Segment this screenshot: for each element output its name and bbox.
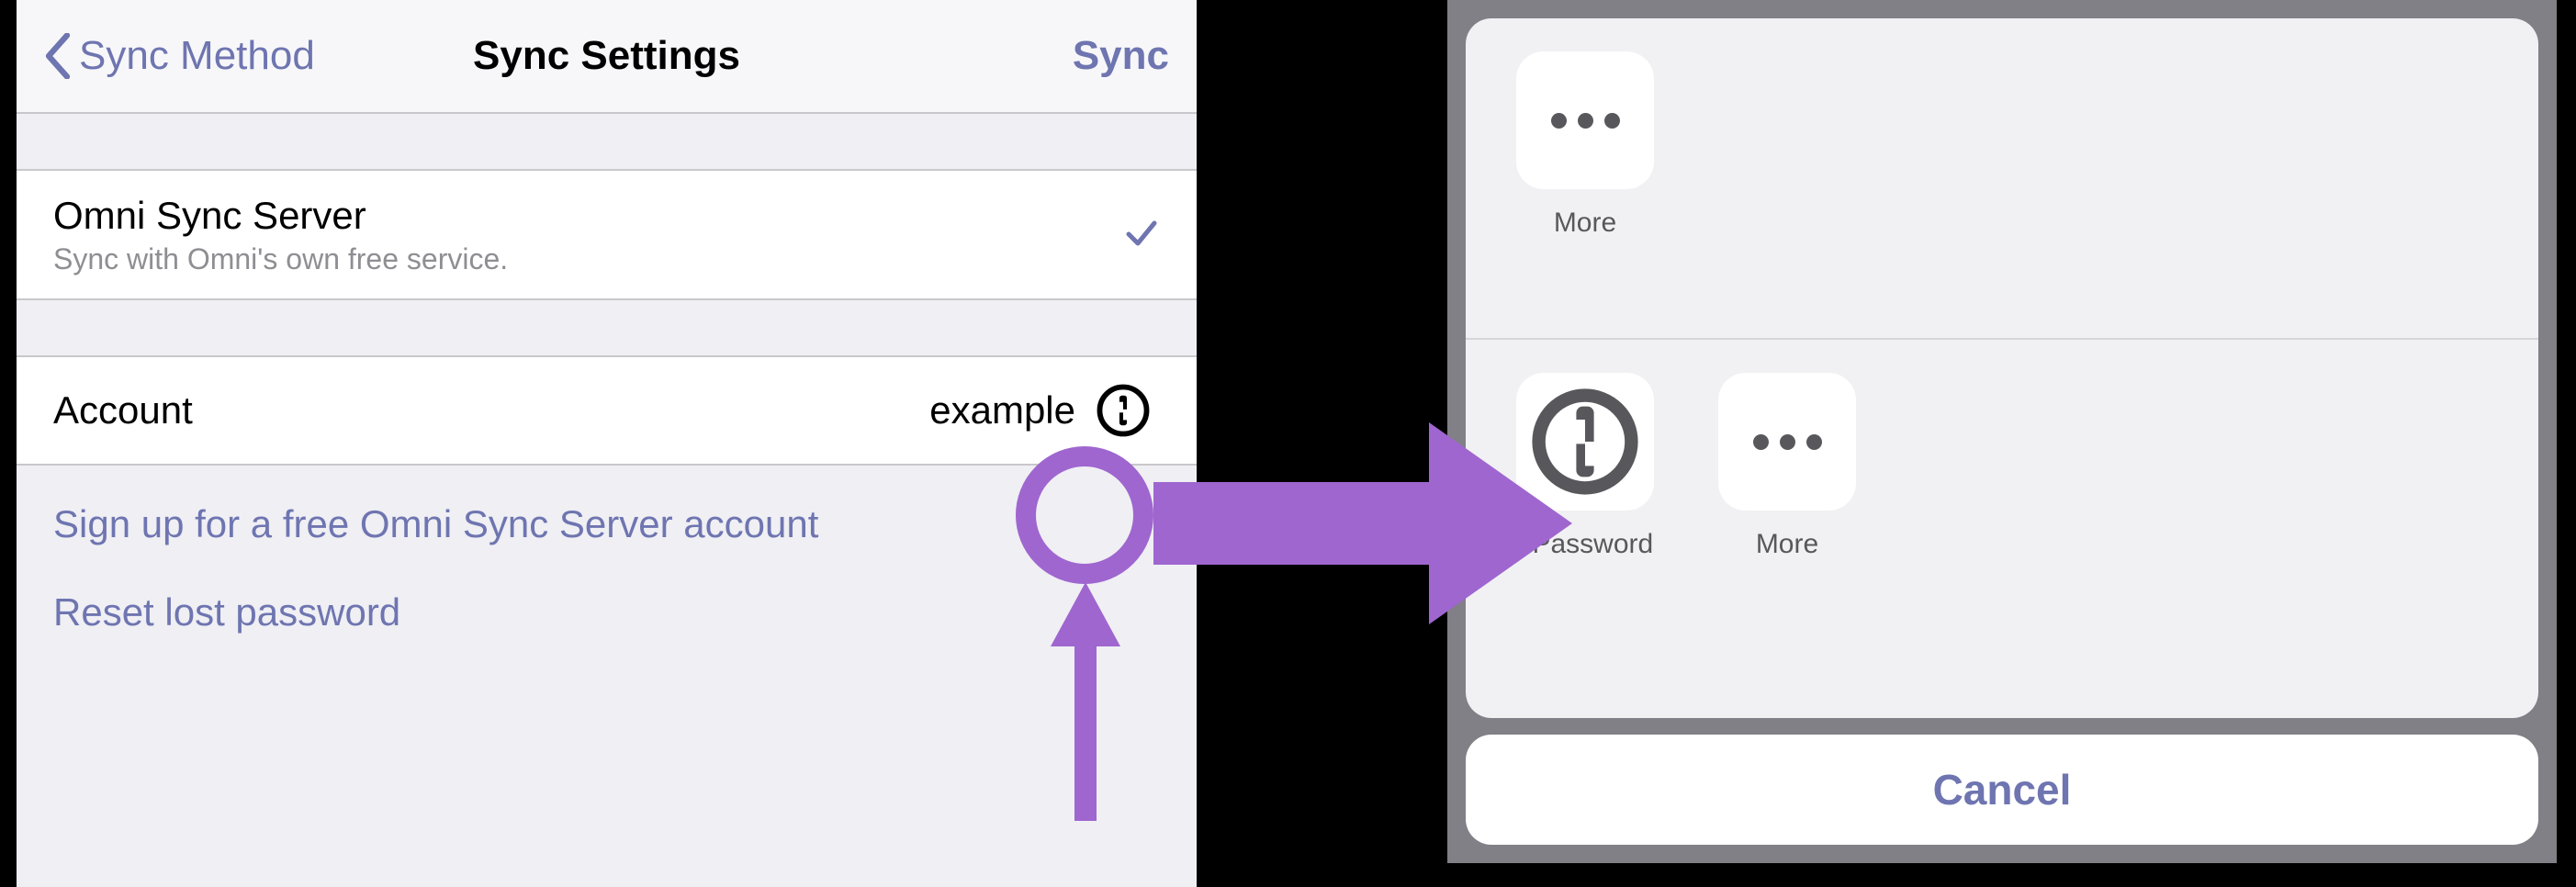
share-sheet-overlay: More 1Password More (1447, 0, 2557, 863)
omni-sync-server-cell[interactable]: Omni Sync Server Sync with Omni's own fr… (17, 169, 1197, 300)
share-more-bottom[interactable]: More (1704, 373, 1870, 560)
reset-password-link[interactable]: Reset lost password (53, 590, 1160, 634)
share-sheet-row-activities: More (1466, 18, 2538, 340)
server-subtitle: Sync with Omni's own free service. (53, 242, 1123, 276)
chevron-left-icon (44, 33, 72, 79)
cancel-label: Cancel (1933, 765, 2072, 814)
back-label: Sync Method (79, 33, 315, 79)
account-cell[interactable]: Account example (17, 355, 1197, 466)
cancel-button[interactable]: Cancel (1466, 735, 2538, 845)
server-title: Omni Sync Server (53, 193, 1123, 239)
onepassword-button[interactable] (1086, 374, 1160, 447)
onepassword-icon (1516, 373, 1654, 511)
account-value: example (929, 388, 1086, 432)
share-more-top[interactable]: More (1502, 51, 1668, 239)
sync-button[interactable]: Sync (1073, 33, 1169, 79)
signup-link[interactable]: Sign up for a free Omni Sync Server acco… (53, 502, 1160, 546)
account-label: Account (53, 388, 193, 432)
back-button[interactable]: Sync Method (44, 33, 315, 79)
share-sheet: More 1Password More (1466, 18, 2538, 718)
sync-settings-screen: Sync Method Sync Settings Sync Omni Sync… (17, 0, 1197, 887)
more-icon (1516, 51, 1654, 189)
share-more-bottom-label: More (1756, 529, 1818, 560)
share-sheet-row-actions: 1Password More (1466, 340, 2538, 661)
footer-links: Sign up for a free Omni Sync Server acco… (17, 466, 1197, 634)
share-more-top-label: More (1554, 208, 1616, 239)
share-onepassword[interactable]: 1Password (1502, 373, 1668, 560)
checkmark-icon (1123, 214, 1160, 255)
share-onepassword-label: 1Password (1517, 529, 1653, 560)
onepassword-icon (1097, 384, 1150, 437)
nav-bar: Sync Method Sync Settings Sync (17, 0, 1197, 114)
more-icon (1718, 373, 1856, 511)
